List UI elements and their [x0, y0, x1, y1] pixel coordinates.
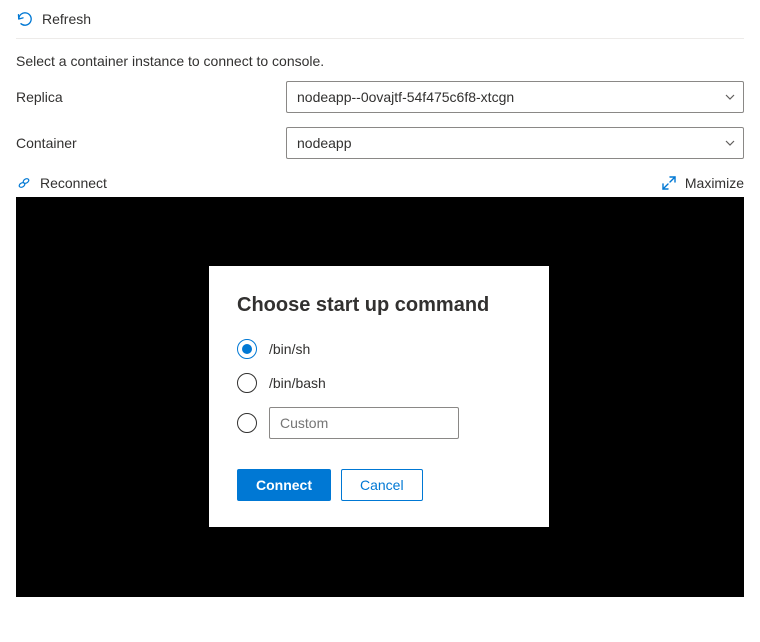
container-select[interactable]: nodeapp	[286, 127, 744, 159]
radio-icon[interactable]	[237, 413, 257, 433]
replica-select[interactable]: nodeapp--0ovajtf-54f475c6f8-xtcgn	[286, 81, 744, 113]
radio-label-sh: /bin/sh	[269, 341, 310, 357]
radio-icon[interactable]	[237, 339, 257, 359]
custom-command-input[interactable]	[269, 407, 459, 439]
reconnect-button[interactable]: Reconnect	[16, 175, 107, 191]
replica-label: Replica	[16, 89, 286, 105]
maximize-label: Maximize	[685, 175, 744, 191]
container-label: Container	[16, 135, 286, 151]
connect-button[interactable]: Connect	[237, 469, 331, 501]
radio-option-sh[interactable]: /bin/sh	[237, 339, 521, 359]
refresh-button[interactable]: Refresh	[42, 11, 91, 27]
radio-option-custom[interactable]	[237, 407, 521, 439]
reconnect-icon	[16, 175, 32, 191]
intro-text: Select a container instance to connect t…	[16, 53, 744, 69]
radio-label-bash: /bin/bash	[269, 375, 326, 391]
maximize-icon	[661, 175, 677, 191]
maximize-button[interactable]: Maximize	[661, 175, 744, 191]
cancel-button[interactable]: Cancel	[341, 469, 423, 501]
refresh-icon[interactable]	[16, 10, 34, 28]
replica-row: Replica nodeapp--0ovajtf-54f475c6f8-xtcg…	[16, 81, 744, 113]
reconnect-label: Reconnect	[40, 175, 107, 191]
dialog-title: Choose start up command	[237, 294, 521, 317]
radio-icon[interactable]	[237, 373, 257, 393]
top-toolbar: Refresh	[16, 4, 744, 39]
startup-command-dialog: Choose start up command /bin/sh /bin/bas…	[209, 266, 549, 527]
container-row: Container nodeapp	[16, 127, 744, 159]
radio-option-bash[interactable]: /bin/bash	[237, 373, 521, 393]
console-area: Choose start up command /bin/sh /bin/bas…	[16, 197, 744, 597]
